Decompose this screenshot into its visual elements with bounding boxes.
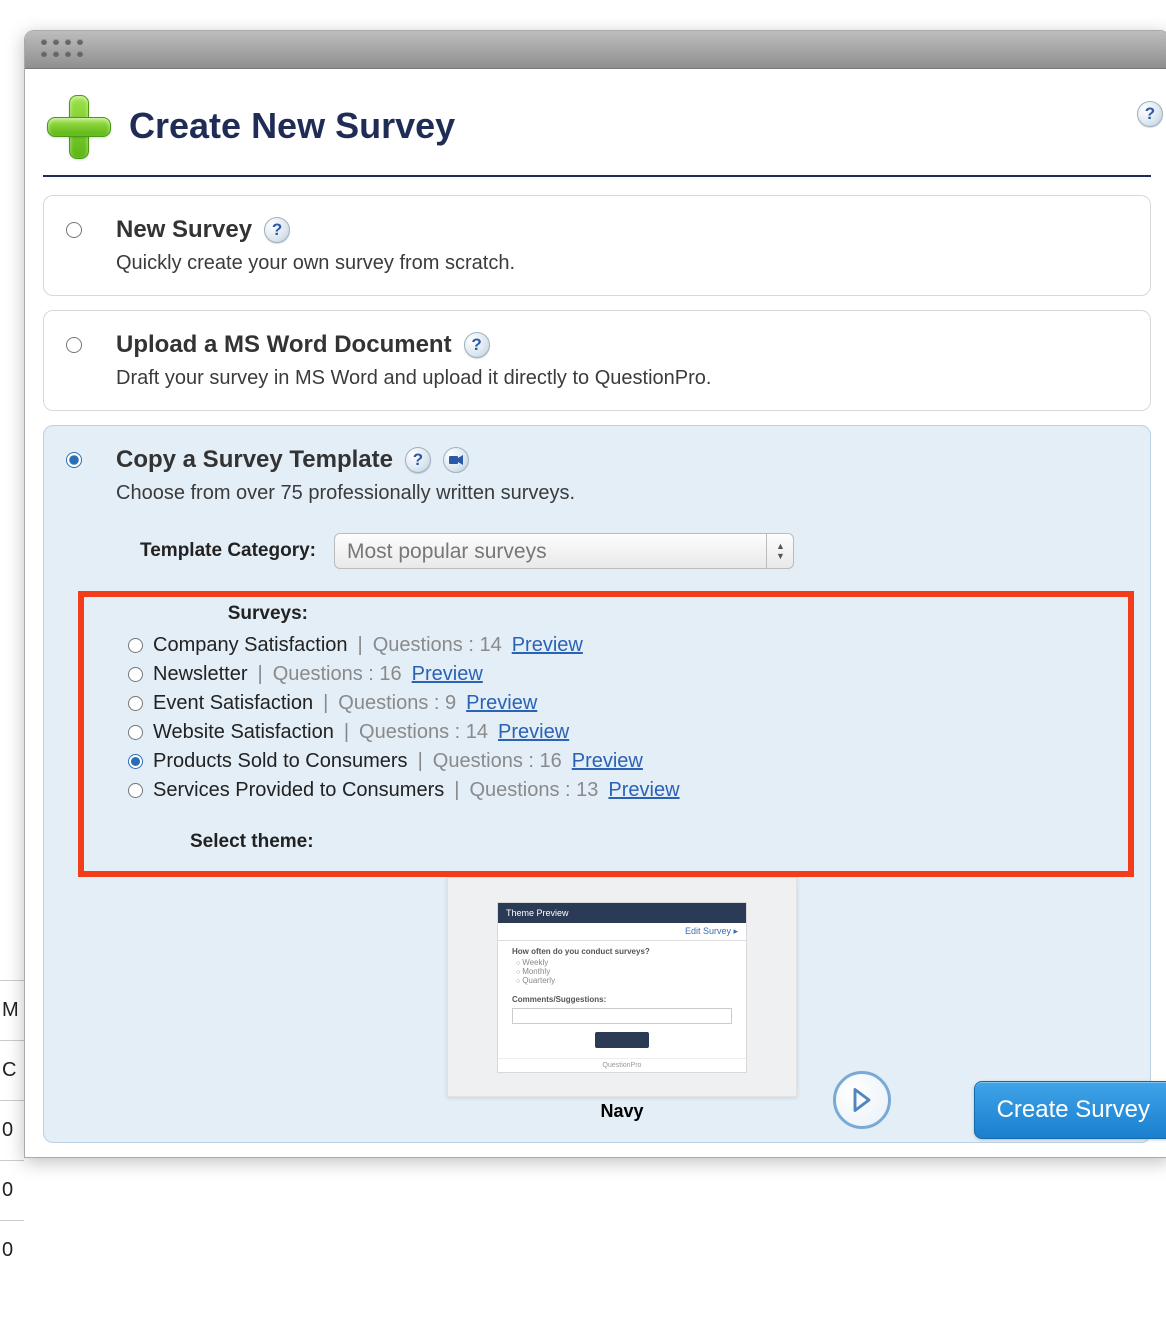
separator: | xyxy=(344,721,349,744)
survey-row: Services Provided to Consumers | Questio… xyxy=(128,776,1116,805)
header-divider xyxy=(43,175,1151,177)
survey-name: Event Satisfaction xyxy=(153,692,313,715)
option-copy-template-title: Copy a Survey Template xyxy=(116,446,393,474)
survey-radio[interactable] xyxy=(128,696,143,711)
help-icon[interactable]: ? xyxy=(264,217,290,243)
surveys-label: Surveys: xyxy=(108,603,308,625)
option-upload-word-title: Upload a MS Word Document xyxy=(116,331,452,359)
survey-radio[interactable] xyxy=(128,783,143,798)
next-theme-button[interactable] xyxy=(833,1071,891,1129)
survey-name: Services Provided to Consumers xyxy=(153,779,444,802)
create-survey-modal: Create New Survey ? New Survey ? Quickly… xyxy=(24,30,1166,1158)
separator: | xyxy=(257,663,262,686)
survey-row: Newsletter | Questions : 16 Preview xyxy=(128,660,1116,689)
option-copy-template-desc: Choose from over 75 professionally writt… xyxy=(116,482,1128,505)
separator: | xyxy=(454,779,459,802)
select-theme-label: Select theme: xyxy=(190,825,314,853)
option-upload-word-radio[interactable] xyxy=(66,337,82,353)
plus-icon xyxy=(43,91,113,161)
thumb-comments-label: Comments/Suggestions: xyxy=(498,991,746,1006)
thumb-options: Weekly Monthly Quarterly xyxy=(498,956,746,991)
survey-question-count: Questions : 14 xyxy=(359,721,488,744)
thumb-edit-link: Edit Survey ▸ xyxy=(498,923,746,941)
survey-preview-link[interactable]: Preview xyxy=(412,663,483,686)
separator: | xyxy=(358,634,363,657)
option-new-survey-radio[interactable] xyxy=(66,222,82,238)
thumb-continue-button xyxy=(595,1032,649,1048)
thumb-footer: QuestionPro xyxy=(498,1058,746,1072)
survey-question-count: Questions : 14 xyxy=(373,634,502,657)
page-header: Create New Survey xyxy=(43,91,1151,175)
survey-preview-link[interactable]: Preview xyxy=(512,634,583,657)
option-copy-template[interactable]: Copy a Survey Template ? Choose from ove… xyxy=(43,425,1151,1143)
window-grip-icon xyxy=(41,39,85,59)
help-icon[interactable]: ? xyxy=(405,447,431,473)
template-category-select[interactable]: Most popular surveys xyxy=(334,533,794,569)
survey-question-count: Questions : 9 xyxy=(338,692,456,715)
survey-preview-link[interactable]: Preview xyxy=(608,779,679,802)
modal-titlebar[interactable] xyxy=(25,31,1166,69)
template-category-label: Template Category: xyxy=(116,540,316,562)
thumb-header: Theme Preview xyxy=(498,903,746,923)
help-icon[interactable]: ? xyxy=(464,332,490,358)
survey-row: Products Sold to Consumers | Questions :… xyxy=(128,747,1116,776)
separator: | xyxy=(323,692,328,715)
survey-row: Website Satisfaction | Questions : 14 Pr… xyxy=(128,718,1116,747)
survey-name: Newsletter xyxy=(153,663,247,686)
survey-question-count: Questions : 16 xyxy=(433,750,562,773)
theme-preview[interactable]: Theme Preview Edit Survey ▸ How often do… xyxy=(447,877,797,1122)
survey-preview-link[interactable]: Preview xyxy=(572,750,643,773)
option-new-survey-title: New Survey xyxy=(116,216,252,244)
survey-name: Company Satisfaction xyxy=(153,634,348,657)
survey-radio[interactable] xyxy=(128,638,143,653)
create-survey-button[interactable]: Create Survey xyxy=(974,1081,1166,1139)
survey-preview-link[interactable]: Preview xyxy=(498,721,569,744)
option-upload-word[interactable]: Upload a MS Word Document ? Draft your s… xyxy=(43,310,1151,411)
theme-thumbnail: Theme Preview Edit Survey ▸ How often do… xyxy=(447,877,797,1097)
option-copy-template-radio[interactable] xyxy=(66,452,82,468)
help-icon[interactable]: ? xyxy=(1137,101,1163,127)
survey-preview-link[interactable]: Preview xyxy=(466,692,537,715)
option-new-survey-desc: Quickly create your own survey from scra… xyxy=(116,252,1128,275)
survey-question-count: Questions : 16 xyxy=(273,663,402,686)
survey-question-count: Questions : 13 xyxy=(469,779,598,802)
background-left-column: M C 0 0 0 xyxy=(0,980,24,1280)
thumb-textarea xyxy=(512,1008,732,1024)
survey-row: Event Satisfaction | Questions : 9 Previ… xyxy=(128,689,1116,718)
option-upload-word-desc: Draft your survey in MS Word and upload … xyxy=(116,367,1128,390)
survey-radio[interactable] xyxy=(128,754,143,769)
option-new-survey[interactable]: New Survey ? Quickly create your own sur… xyxy=(43,195,1151,296)
page-title: Create New Survey xyxy=(129,105,455,147)
survey-row: Company Satisfaction | Questions : 14 Pr… xyxy=(128,631,1116,660)
thumb-question: How often do you conduct surveys? xyxy=(498,941,746,956)
survey-list: Company Satisfaction | Questions : 14 Pr… xyxy=(122,631,1116,805)
survey-radio[interactable] xyxy=(128,725,143,740)
surveys-highlight-region: Surveys: Company Satisfaction | Question… xyxy=(78,591,1134,877)
video-icon[interactable] xyxy=(443,447,469,473)
survey-name: Website Satisfaction xyxy=(153,721,334,744)
survey-name: Products Sold to Consumers xyxy=(153,750,408,773)
theme-name: Navy xyxy=(447,1101,797,1122)
separator: | xyxy=(418,750,423,773)
survey-radio[interactable] xyxy=(128,667,143,682)
